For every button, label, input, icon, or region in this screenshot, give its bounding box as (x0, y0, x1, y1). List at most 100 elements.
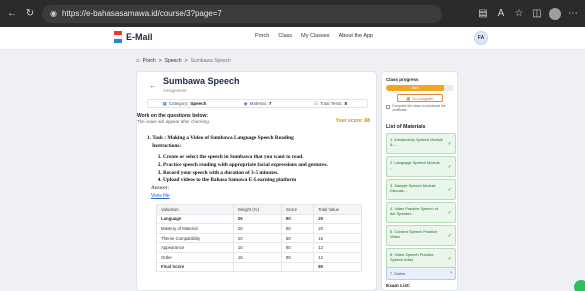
check-icon: ✓ (447, 233, 452, 239)
nav-my-classes[interactable]: My Classes (301, 33, 329, 39)
tests-icon: ☷ (314, 100, 319, 106)
material-label: 6. Video Speech Practice Speech Artist (390, 252, 434, 263)
category-value: Speech (190, 101, 207, 106)
exam-button[interactable]: ▩ Do program (397, 94, 443, 102)
back-arrow-icon[interactable]: ← (149, 81, 157, 90)
answer-label: Answer: (151, 185, 169, 192)
reader-icon[interactable]: ▤ (477, 8, 489, 20)
split-icon[interactable]: ◫ (531, 8, 543, 20)
task-heading: 1. Task : Making a Video of Sumbawa Lang… (147, 135, 294, 141)
main-nav: Porch Class My Classes About the App (255, 33, 373, 39)
materials-title: List of Materials (386, 124, 426, 130)
check-icon: ✓ (447, 164, 452, 170)
user-avatar[interactable]: FA (474, 31, 488, 45)
page-subtitle: Assignment (163, 88, 187, 93)
progress-fill: 86% (386, 85, 445, 91)
cell: 80 (280, 213, 315, 225)
check-icon: ✓ (447, 187, 452, 193)
table-row: Language 25 80 20 (156, 213, 362, 225)
cell: 80 (280, 232, 315, 244)
total-tests-value: 8 (344, 101, 347, 106)
material-label: 3. Sample Speech Module Discuss... (390, 183, 436, 194)
material-item[interactable]: 5. Content Speech Practice Video ✓ (386, 225, 456, 246)
task-step: Record your speech with a duration of 3-… (163, 170, 372, 178)
progress-title: Class progress (386, 77, 419, 82)
exam-button-label: Do program (412, 95, 434, 101)
breadcrumb: ⌂ Porch > Speech > Sumbawa Speech (136, 58, 231, 64)
cell: 25 (232, 213, 282, 225)
material-label: 1. Introductory Speech Module &... (390, 137, 443, 148)
exam-note-text: Complete the class to download the certi… (392, 104, 446, 113)
score-table: Valuation Weight (%) Score Total Value L… (156, 204, 362, 273)
nav-porch[interactable]: Porch (255, 33, 269, 39)
cell: 80 (313, 261, 362, 273)
cell (232, 261, 282, 273)
info-bar: ▦ Category: Speech ◉ Material: 7 ☷ Total… (147, 99, 368, 108)
table-row: Theme Compatibility 20 80 16 (156, 232, 362, 244)
chat-fab-icon[interactable] (574, 280, 585, 291)
material-label: 4. Video Practice Speech of the Speaker.… (390, 206, 438, 217)
material-item-active[interactable]: 7. Duties › (386, 267, 456, 280)
material-value: 7 (268, 101, 272, 106)
breadcrumb-separator-icon: > (184, 58, 188, 64)
material-item[interactable]: 6. Video Speech Practice Speech Artist ✓ (386, 248, 456, 269)
view-file-link[interactable]: View file (147, 193, 372, 200)
breadcrumb-current: Sumbawa Speech (190, 58, 232, 64)
cell: 20 (313, 213, 362, 225)
cell: Mastery of Material (156, 223, 234, 234)
material-item[interactable]: 3. Sample Speech Module Discuss... ✓ (386, 179, 456, 200)
clipboard-icon: ▩ (406, 95, 411, 101)
exam-list-title: Exam List: (386, 284, 411, 289)
chevron-right-icon: › (450, 270, 452, 276)
cell: 12 (313, 251, 362, 263)
cell: 25 (232, 223, 282, 234)
cell: 15 (232, 242, 282, 253)
material-item[interactable]: 4. Video Practice Speech of the Speaker.… (386, 202, 456, 223)
nav-class[interactable]: Class (278, 33, 292, 39)
cell (280, 261, 315, 273)
task-step: Create or select the speech in Sumbawa t… (163, 154, 372, 162)
translate-icon[interactable]: A (495, 8, 507, 20)
progress-bar: 86% (386, 85, 454, 91)
material-label: Material: (249, 101, 267, 106)
url-text: https://e-bahasasamawa.id/course/3?page=… (61, 9, 222, 18)
brand-name: E-Mail (126, 32, 153, 42)
nav-about[interactable]: About the App (339, 33, 374, 39)
cell: 80 (280, 251, 315, 263)
back-arrow-icon[interactable]: ← (6, 8, 18, 20)
material-label: 5. Content Speech Practice Video (390, 229, 438, 240)
material-item[interactable]: 2. Language Speech Module ... ✓ (386, 156, 456, 177)
task-instructions: Instructions: (152, 142, 182, 149)
profile-icon[interactable] (549, 7, 561, 20)
table-row: Appearance 15 80 12 (156, 242, 362, 253)
brand[interactable]: E-Mail (114, 31, 153, 43)
material-label: 2. Language Speech Module ... (390, 160, 440, 171)
reload-icon[interactable]: ↻ (24, 8, 36, 20)
material-label: 7. Duties (390, 271, 406, 276)
material-icon: ◉ (243, 100, 248, 106)
material-info: ◉ Material: 7 (221, 100, 294, 107)
cell: Appearance (156, 242, 234, 253)
category-info: ▦ Category: Speech (148, 100, 221, 107)
score-label: Your score: 88 (335, 118, 370, 124)
col-score: Score (280, 204, 315, 215)
col-valuation: Valuation (156, 204, 234, 215)
exam-note: Complete the class to download the certi… (386, 104, 456, 112)
category-label: Category: (168, 101, 189, 106)
table-row: Mastery of Material 25 80 20 (156, 223, 362, 234)
check-icon: ✓ (447, 210, 452, 216)
breadcrumb-porch[interactable]: Porch (143, 58, 156, 64)
task-step: Upload videos to the Bahasa Samawa E-Lea… (163, 177, 372, 185)
breadcrumb-speech[interactable]: Speech (165, 58, 182, 64)
flag-logo-icon (114, 31, 122, 43)
address-bar[interactable]: ◉ https://e-bahasasamawa.id/course/3?pag… (42, 4, 442, 23)
total-tests-label: Total Tests: (320, 101, 343, 106)
col-weight: Weight (%) (232, 204, 282, 215)
material-item[interactable]: 1. Introductory Speech Module &... ✓ (386, 133, 456, 154)
more-icon[interactable]: ⋯ (567, 8, 579, 20)
favorite-icon[interactable]: ☆ (513, 8, 525, 20)
task-step: Practice speech reading with appropriate… (163, 162, 372, 170)
cell: 20 (232, 232, 282, 244)
cell: 20 (313, 223, 362, 234)
lock-icon: ◉ (50, 9, 57, 18)
